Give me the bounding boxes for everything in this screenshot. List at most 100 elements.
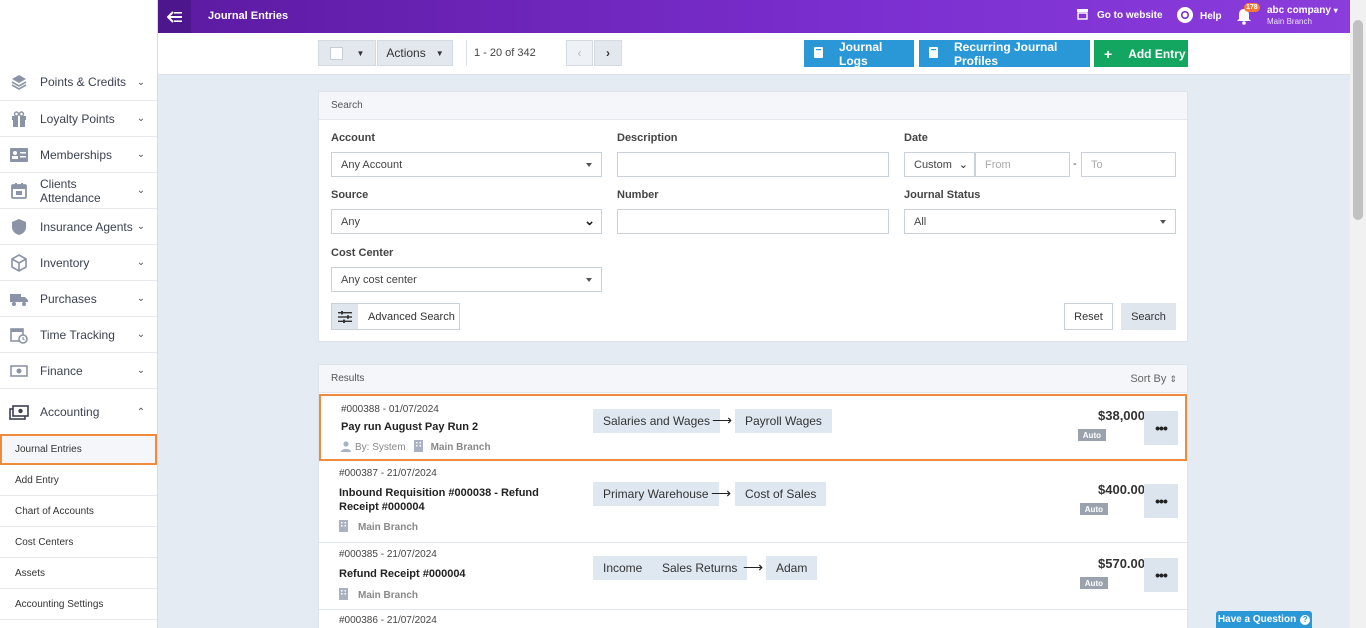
journal-status-label: Journal Status (904, 189, 981, 201)
journal-logs-label: Journal Logs (839, 39, 883, 68)
bulk-select-dropdown[interactable]: ▼ (318, 40, 376, 66)
cost-center-select[interactable]: Any cost center (331, 267, 602, 292)
sidebar-subitem-assets[interactable]: Assets (0, 558, 157, 589)
go-to-website-link[interactable]: Go to website (1076, 8, 1163, 23)
accounting-icon (9, 402, 29, 422)
notifications-button[interactable]: 178 (1236, 3, 1260, 28)
date-range-separator: - (1073, 158, 1077, 170)
account-chip: Salaries and Wages (593, 409, 720, 433)
select-all-checkbox[interactable] (329, 46, 343, 60)
page-scrollbar[interactable] (1350, 0, 1366, 628)
sidebar-item-label: Insurance Agents (40, 219, 133, 234)
advanced-search-label: Advanced Search (368, 310, 455, 323)
have-a-question-label: Have a Question (1217, 614, 1297, 625)
more-actions-button[interactable]: ••• (1144, 411, 1178, 445)
actions-dropdown[interactable]: Actions ▼ (377, 40, 453, 66)
chevron-down-icon: ⌄ (136, 76, 146, 88)
arrow-right-icon: ⟶ (712, 412, 733, 428)
journal-meta: Main Branch (339, 520, 418, 535)
go-to-website-label: Go to website (1097, 10, 1163, 21)
sidebar-item-purchases[interactable]: Purchases ⌄ (0, 281, 157, 317)
journal-status-select[interactable]: All (904, 209, 1176, 234)
account-menu[interactable]: abc company ▾ Main Branch (1267, 5, 1338, 26)
back-arrow-icon[interactable] (158, 0, 191, 33)
sidebar-item-inventory[interactable]: Inventory ⌄ (0, 245, 157, 281)
search-panel-heading: Search (319, 92, 1187, 120)
auto-badge: Auto (1077, 429, 1106, 441)
journal-title[interactable]: Refund Receipt #000004 (339, 567, 579, 581)
building-icon (339, 520, 348, 535)
have-a-question-button[interactable]: Have a Question ? (1216, 611, 1312, 628)
journal-row[interactable]: #000386 - 21/07/2024 (319, 610, 1187, 628)
number-input[interactable] (617, 209, 889, 234)
add-entry-button[interactable]: + Add Entry (1094, 40, 1188, 67)
sidebar-item-label: Clients Attendance (40, 176, 101, 205)
reset-button[interactable]: Reset (1064, 303, 1113, 330)
date-to-input[interactable]: To (1081, 152, 1176, 177)
sidebar-item-memberships[interactable]: Memberships ⌄ (0, 137, 157, 173)
journal-title[interactable]: Inbound Requisition #000038 - Refund Rec… (339, 486, 579, 514)
journal-title[interactable]: Pay run August Pay Run 2 (341, 420, 581, 434)
user-icon (341, 440, 351, 455)
sidebar-subitem-accounting-settings[interactable]: Accounting Settings (0, 589, 157, 620)
sidebar-subitem-journal-entries[interactable]: Journal Entries (0, 434, 157, 465)
sort-by-button[interactable]: Sort By ⇕ (1130, 373, 1177, 385)
account-select[interactable]: Any Account (331, 152, 602, 177)
calendar-icon (9, 181, 29, 201)
money-icon (9, 361, 29, 381)
journal-row[interactable]: #000385 - 21/07/2024 Refund Receipt #000… (319, 543, 1187, 610)
sidebar-item-loyalty-points[interactable]: Loyalty Points ⌄ (0, 101, 157, 137)
sidebar-subitem-cost-centers[interactable]: Cost Centers (0, 527, 157, 558)
sidebar-item-time-tracking[interactable]: Time Tracking ⌄ (0, 317, 157, 353)
sidebar-subitem-add-entry[interactable]: Add Entry (0, 465, 157, 496)
date-mode-select[interactable]: Custom ⌄ (904, 152, 975, 177)
more-actions-button[interactable]: ••• (1144, 558, 1178, 592)
journal-logs-button[interactable]: Journal Logs (804, 39, 914, 68)
journal-status-value: All (914, 215, 927, 228)
recurring-journal-profiles-button[interactable]: Recurring Journal Profiles (919, 39, 1090, 68)
help-link[interactable]: Help (1176, 6, 1222, 27)
chevron-down-icon: ⌄ (136, 221, 146, 232)
sidebar-item-accounting[interactable]: Accounting ⌃ (0, 390, 157, 434)
source-select[interactable]: Any ⌄ (331, 209, 602, 234)
recurring-profiles-label: Recurring Journal Profiles (954, 39, 1058, 68)
results-heading: Results Sort By ⇕ (319, 365, 1187, 393)
page-title: Journal Entries (208, 10, 289, 22)
description-input[interactable] (617, 152, 889, 177)
sidebar-item-points-credits[interactable]: Points & Credits ⌄ (0, 64, 157, 101)
cost-center-label: Cost Center (331, 247, 394, 259)
journal-row[interactable]: #000388 - 01/07/2024 Pay run August Pay … (319, 394, 1187, 461)
journal-row[interactable]: #000387 - 21/07/2024 Inbound Requisition… (319, 461, 1187, 543)
sidebar-item-clients-attendance[interactable]: Clients Attendance ⌄ (0, 173, 157, 209)
sidebar-item-insurance-agents[interactable]: Insurance Agents ⌄ (0, 209, 157, 245)
arrow-right-icon: ⟶ (743, 559, 764, 575)
help-label: Help (1200, 11, 1222, 22)
scrollbar-thumb[interactable] (1353, 20, 1363, 220)
prev-page-button[interactable]: ‹ (566, 40, 593, 66)
sliders-icon (332, 304, 358, 329)
date-from-input[interactable]: From (975, 152, 1070, 177)
journal-meta: Main Branch (339, 588, 418, 603)
stack-icon (9, 72, 29, 92)
journal-number: #000385 - 21/07/2024 (339, 549, 437, 560)
gift-icon (9, 109, 29, 129)
chevron-down-icon: ⌄ (136, 293, 146, 304)
description-label: Description (617, 132, 678, 144)
advanced-search-button[interactable]: Advanced Search (331, 303, 460, 330)
account-chip: Cost of Sales (735, 482, 827, 506)
more-actions-button[interactable]: ••• (1144, 484, 1178, 518)
sidebar-item-finance[interactable]: Finance ⌄ (0, 353, 157, 389)
arrow-right-icon: ⟶ (711, 485, 732, 501)
sidebar-item-label: Memberships (40, 147, 113, 162)
journal-amount: $400.00 (1098, 482, 1145, 497)
search-button[interactable]: Search (1121, 303, 1176, 330)
number-label: Number (617, 189, 659, 201)
branch-name: Main Branch (358, 590, 419, 601)
source-value: Any (341, 215, 360, 228)
cost-center-value: Any cost center (341, 273, 417, 286)
sidebar-subitem-chart-of-accounts[interactable]: Chart of Accounts (0, 496, 157, 527)
building-icon (413, 440, 423, 455)
actions-label: Actions (386, 46, 426, 60)
sidebar-item-label: Purchases (40, 291, 97, 306)
next-page-button[interactable]: › (594, 40, 622, 66)
